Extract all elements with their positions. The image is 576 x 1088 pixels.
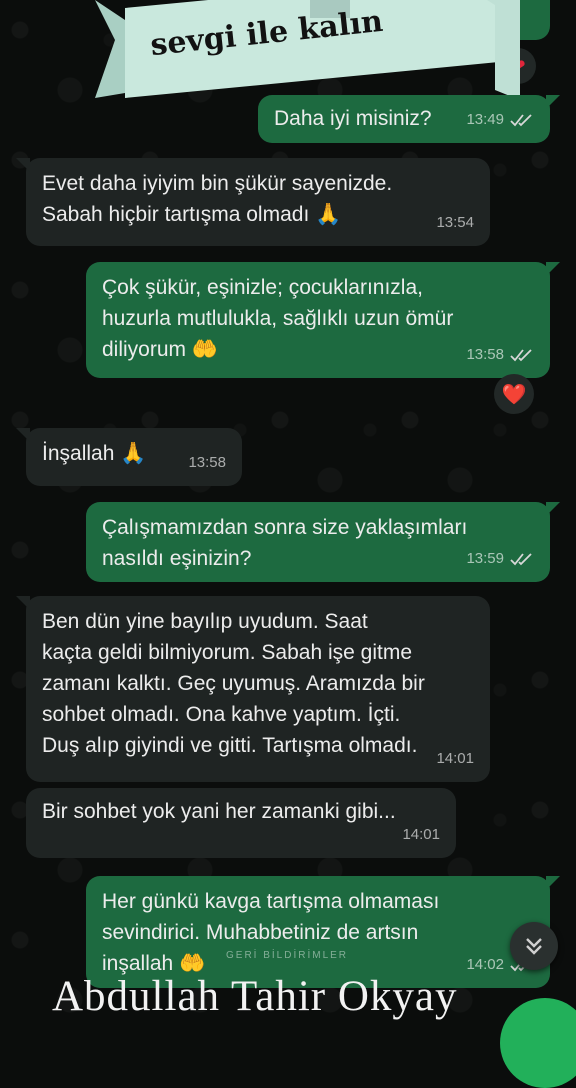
message-meta: 13:49 (466, 104, 534, 135)
message-text: Her günkü kavga tartışma olmaması sevind… (102, 890, 440, 975)
message-time: 13:58 (188, 454, 226, 471)
message-text: Çalışmamızdan sonra size yaklaşımları na… (102, 516, 468, 570)
message-reaction[interactable]: ❤️ (494, 374, 534, 414)
message-bubble-incoming[interactable]: Bir sohbet yok yani her zamanki gibi... … (26, 788, 456, 858)
message-text: Çok şükür, eşinizle; çocuklarınızla, huz… (102, 276, 454, 361)
bubble-tail (546, 502, 560, 516)
message-text: İnşallah 🙏 (42, 442, 147, 465)
double-check-icon (510, 348, 532, 361)
bubble-tail (546, 95, 560, 109)
message-bubble-outgoing[interactable]: Çalışmamızdan sonra size yaklaşımları na… (86, 502, 560, 582)
message-time: 14:02 (466, 956, 504, 973)
message-meta: 13:59 (466, 543, 534, 574)
message-text: Daha iyi misiniz? (274, 107, 432, 130)
message-bubble-outgoing[interactable]: Çok şükür, eşinizle; çocuklarınızla, huz… (86, 262, 560, 378)
bubble-tail (16, 158, 30, 172)
message-text: Bir sohbet yok yani her zamanki gibi... (42, 800, 396, 823)
message-meta: 13:58 (188, 447, 226, 478)
scroll-to-bottom-button[interactable] (510, 922, 558, 970)
message-time: 14:01 (402, 826, 440, 843)
feedback-label: GERİ BİLDİRİMLER (226, 950, 349, 961)
double-check-icon (510, 552, 532, 565)
bubble-tail (16, 596, 30, 610)
message-time: 14:01 (436, 750, 474, 767)
message-bubble-incoming[interactable]: Ben dün yine bayılıp uyudum. Saat kaçta … (16, 596, 490, 782)
message-time: 13:59 (466, 550, 504, 567)
bubble-tail (546, 262, 560, 276)
message-text: Evet daha iyiyim bin şükür sayenizde. Sa… (42, 172, 393, 226)
message-bubble-outgoing[interactable]: Daha iyi misiniz? 13:49 (258, 95, 560, 143)
voice-message-button[interactable] (500, 998, 576, 1088)
message-meta: 13:54 (436, 207, 474, 238)
message-bubble-incoming[interactable]: Evet daha iyiyim bin şükür sayenizde. Sa… (16, 158, 490, 246)
message-meta: 14:01 (436, 743, 474, 774)
message-meta: 13:58 (466, 339, 534, 370)
message-time: 13:54 (436, 214, 474, 231)
message-bubble-incoming[interactable]: İnşallah 🙏 13:58 (16, 428, 242, 486)
bubble-tail (16, 428, 30, 442)
watermark-text: Abdullah Tahir Okyay (52, 973, 458, 1020)
message-text: Ben dün yine bayılıp uyudum. Saat kaçta … (42, 610, 425, 757)
double-check-icon (510, 113, 532, 126)
message-time: 13:49 (466, 111, 504, 128)
heart-icon: ❤️ (501, 383, 527, 406)
chevron-double-down-icon (526, 938, 542, 955)
message-meta: 14:01 (402, 819, 440, 850)
message-time: 13:58 (466, 346, 504, 363)
bubble-tail (546, 876, 560, 890)
